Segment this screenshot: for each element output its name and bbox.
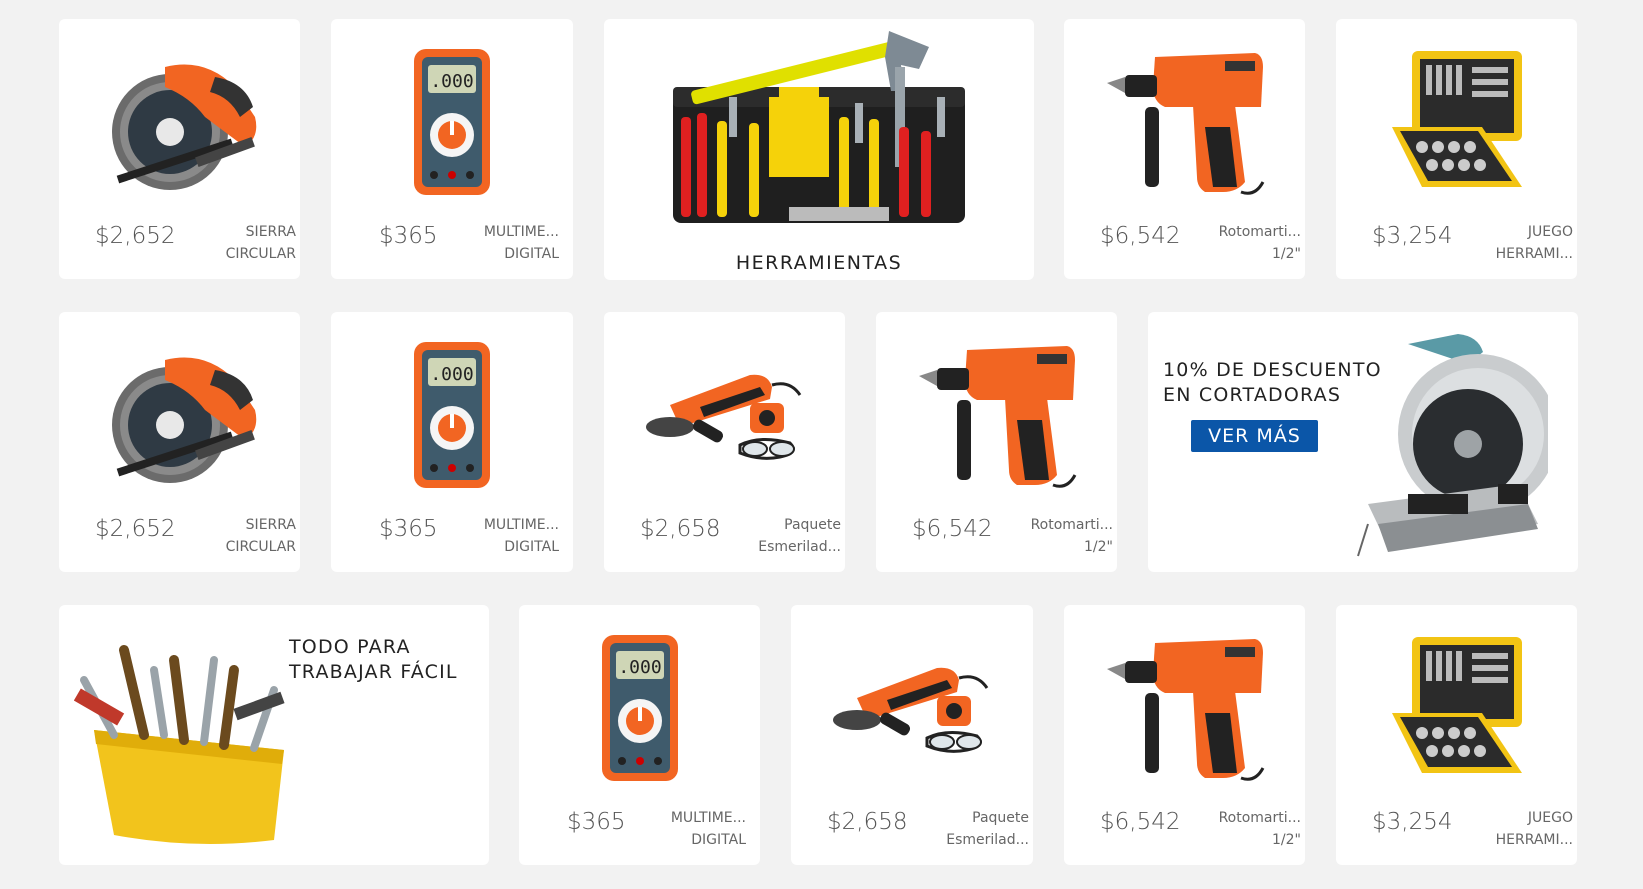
product-name: SIERRA CIRCULAR (225, 224, 296, 262)
product-price: $2,658 (827, 809, 908, 835)
banner-card-trabajar-facil[interactable]: TODO PARA TRABAJAR FÁCIL (59, 605, 489, 865)
product-price: $6,542 (1100, 809, 1181, 835)
angle-grinder-icon (604, 330, 845, 500)
product-name: MULTIME... DIGITAL (670, 810, 746, 848)
multimeter-icon (331, 37, 573, 207)
product-name: Rotomarti... 1/2" (1030, 517, 1113, 555)
product-price: $2,658 (640, 516, 721, 542)
circular-saw-icon (59, 37, 300, 207)
cutoff-saw-icon (1348, 324, 1548, 568)
product-price: $365 (567, 809, 626, 835)
featured-title: HERRAMIENTAS (735, 252, 903, 274)
product-price: $6,542 (912, 516, 993, 542)
product-card-rotomartillo[interactable]: $6,542 Rotomarti... 1/2" (876, 312, 1117, 572)
toolbox-icon (604, 19, 1034, 244)
product-price: $2,652 (95, 223, 176, 249)
product-card-multimetro[interactable]: $365 MULTIME... DIGITAL (331, 312, 573, 572)
product-card-rotomartillo[interactable]: $6,542 Rotomarti... 1/2" (1064, 605, 1305, 865)
product-card-multimetro[interactable]: $365 MULTIME... DIGITAL (331, 19, 573, 279)
product-card-paquete-esmeriladora[interactable]: $2,658 Paquete Esmerilad... (604, 312, 845, 572)
socket-set-icon (1336, 623, 1577, 793)
hammer-drill-icon (1064, 37, 1305, 207)
socket-set-icon (1336, 37, 1577, 207)
product-card-juego-herramientas[interactable]: $3,254 JUEGO HERRAMI... (1336, 19, 1577, 279)
product-card-sierra-circular[interactable]: $2,652 SIERRA CIRCULAR (59, 19, 300, 279)
product-card-juego-herramientas[interactable]: $3,254 JUEGO HERRAMI... (1336, 605, 1577, 865)
angle-grinder-icon (791, 623, 1033, 793)
banner-heading: TODO PARA TRABAJAR FÁCIL (289, 636, 458, 683)
product-name: MULTIME... DIGITAL (483, 517, 559, 555)
product-name: SIERRA CIRCULAR (225, 517, 296, 555)
product-name: Paquete Esmerilad... (946, 810, 1029, 848)
product-name: JUEGO HERRAMI... (1495, 224, 1573, 262)
product-price: $2,652 (95, 516, 176, 542)
product-card-rotomartillo[interactable]: $6,542 Rotomarti... 1/2" (1064, 19, 1305, 279)
product-name: Rotomarti... 1/2" (1218, 810, 1301, 848)
product-card-sierra-circular[interactable]: $2,652 SIERRA CIRCULAR (59, 312, 300, 572)
multimeter-icon (331, 330, 573, 500)
circular-saw-icon (59, 330, 300, 500)
hammer-drill-icon (1064, 623, 1305, 793)
product-price: $365 (379, 223, 438, 249)
product-name: JUEGO HERRAMI... (1495, 810, 1573, 848)
product-price: $365 (379, 516, 438, 542)
product-name: Rotomarti... 1/2" (1218, 224, 1301, 262)
tool-bucket-icon (74, 640, 304, 854)
product-card-multimetro[interactable]: $365 MULTIME... DIGITAL (519, 605, 760, 865)
product-card-paquete-esmeriladora[interactable]: $2,658 Paquete Esmerilad... (791, 605, 1033, 865)
ver-mas-button[interactable]: VER MÁS (1191, 420, 1318, 452)
multimeter-icon (519, 623, 760, 793)
product-price: $3,254 (1372, 223, 1453, 249)
featured-card-herramientas[interactable]: HERRAMIENTAS (604, 19, 1034, 280)
hammer-drill-icon (876, 330, 1117, 500)
product-name: Paquete Esmerilad... (758, 517, 841, 555)
product-price: $3,254 (1372, 809, 1453, 835)
product-price: $6,542 (1100, 223, 1181, 249)
product-name: MULTIME... DIGITAL (483, 224, 559, 262)
promo-card-cortadoras[interactable]: 10% DE DESCUENTO EN CORTADORAS VER MÁS (1148, 312, 1578, 572)
